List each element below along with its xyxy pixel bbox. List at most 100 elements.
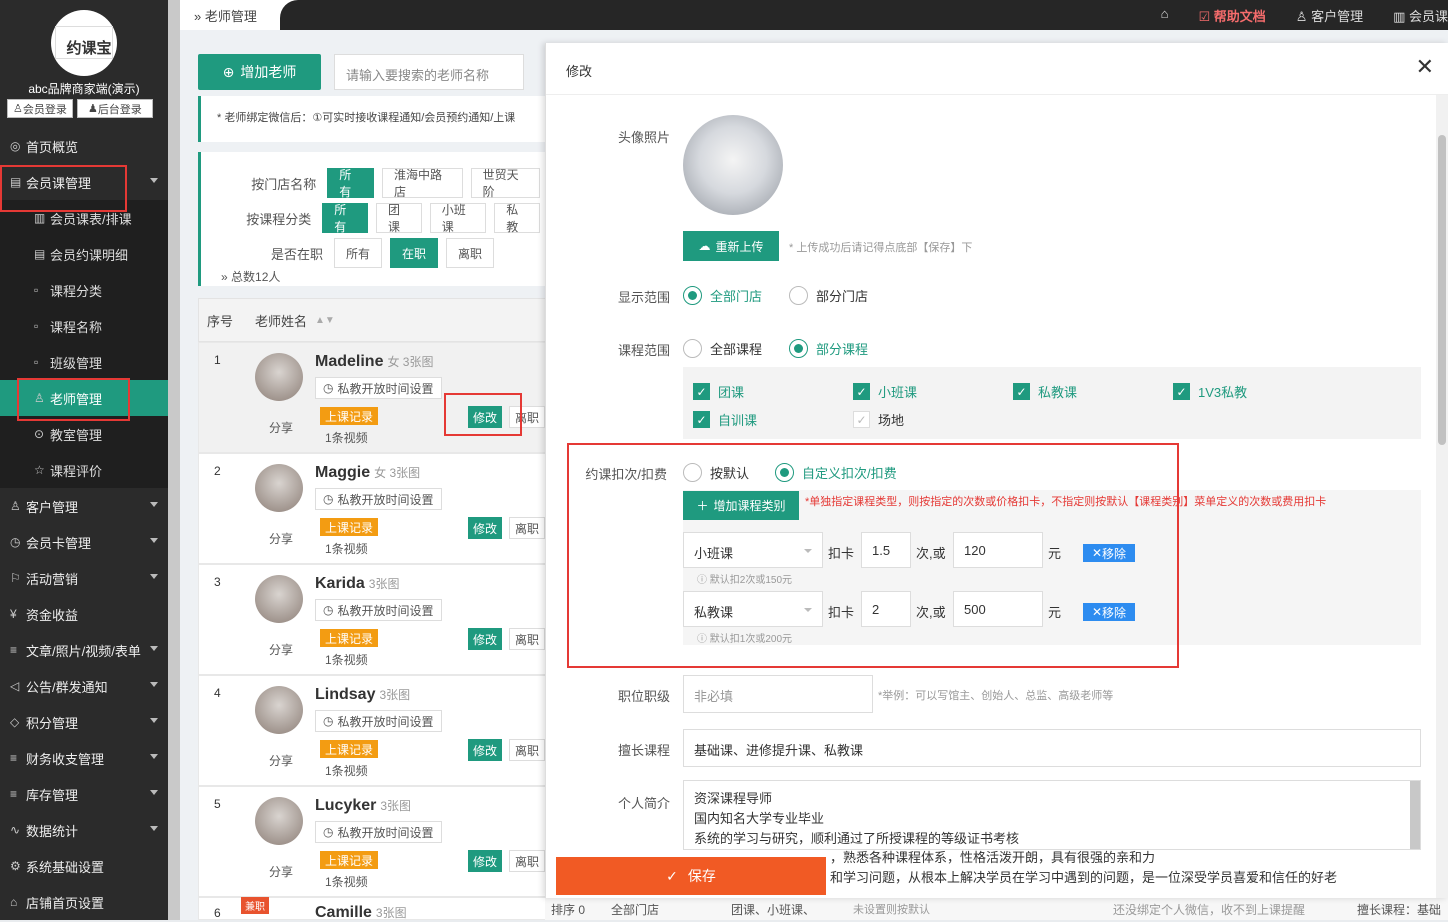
sidebar-item-card[interactable]: ◷ 会员卡管理: [0, 524, 168, 560]
price-input-1[interactable]: 120: [953, 532, 1043, 568]
quit-button[interactable]: 离职: [509, 739, 545, 761]
course-all-radio[interactable]: 全部课程: [683, 339, 762, 358]
filter-course-private[interactable]: 私教: [494, 203, 541, 234]
close-icon[interactable]: ✕: [1416, 54, 1434, 80]
sidebar-item-stats[interactable]: ∿ 数据统计: [0, 812, 168, 848]
sidebar-item-funds[interactable]: ¥ 资金收益: [0, 596, 168, 632]
scope-part-radio[interactable]: 部分门店: [789, 286, 868, 305]
textarea-scrollbar[interactable]: [1410, 781, 1420, 849]
time-setting-button[interactable]: ◷ 私教开放时间设置: [315, 488, 442, 510]
position-input[interactable]: 非必填: [683, 675, 873, 713]
course-select-2[interactable]: 私教课: [683, 591, 823, 627]
teacher-search-input[interactable]: 请输入要搜索的老师名称: [334, 54, 524, 90]
edit-button[interactable]: 修改: [468, 517, 502, 539]
modal-scrollbar[interactable]: [1436, 95, 1448, 898]
share-link[interactable]: 分享: [269, 530, 293, 547]
add-category-button[interactable]: ＋ 增加课程类别: [683, 491, 799, 520]
brand-logo[interactable]: ◉-◉ 约课宝: [51, 10, 117, 76]
skill-input[interactable]: 基础课、进修提升课、私教课: [683, 729, 1421, 767]
edit-button[interactable]: 修改: [468, 850, 502, 872]
reupload-button[interactable]: ☁ 重新上传: [683, 231, 779, 261]
sidebar-item-course-name[interactable]: ▫ 课程名称: [0, 308, 168, 344]
intro-textarea[interactable]: 资深课程导师 国内知名大学专业毕业 系统的学习与研究，顺利通过了所授课程的等级证…: [683, 780, 1421, 850]
share-link[interactable]: 分享: [269, 863, 293, 880]
sidebar-item-course-category[interactable]: ▫ 课程分类: [0, 272, 168, 308]
edit-button[interactable]: 修改: [468, 739, 502, 761]
time-setting-button[interactable]: ◷ 私教开放时间设置: [315, 821, 442, 843]
price-input-2[interactable]: 500: [953, 591, 1043, 627]
time-setting-button[interactable]: ◷ 私教开放时间设置: [315, 377, 442, 399]
sidebar-item-notice[interactable]: ◁ 公告/群发通知: [0, 668, 168, 704]
sidebar-item-member-course[interactable]: ▤ 会员课管理: [0, 164, 168, 200]
remove-button-1[interactable]: ✕ 移除: [1083, 544, 1135, 562]
time-setting-button[interactable]: ◷ 私教开放时间设置: [315, 710, 442, 732]
sidebar-item-points[interactable]: ◇ 积分管理: [0, 704, 168, 740]
scroll-thumb[interactable]: [1438, 135, 1446, 445]
save-button[interactable]: ✓ 保存: [556, 857, 826, 895]
count-input-1[interactable]: 1.5: [861, 532, 911, 568]
course-select-1[interactable]: 小班课: [683, 532, 823, 568]
video-count[interactable]: 1条视频: [325, 651, 368, 668]
sidebar-item-classroom[interactable]: ⊙ 教室管理: [0, 416, 168, 452]
count-input-2[interactable]: 2: [861, 591, 911, 627]
sidebar-item-articles[interactable]: ≡ 文章/照片/视频/表单: [0, 632, 168, 668]
sidebar-item-booking-detail[interactable]: ▤ 会员约课明细: [0, 236, 168, 272]
filter-status-left[interactable]: 离职: [446, 238, 495, 268]
member-course-link[interactable]: ▥ 会员课: [1393, 6, 1448, 25]
quit-button[interactable]: 离职: [509, 628, 545, 650]
remove-button-2[interactable]: ✕ 移除: [1083, 603, 1135, 621]
filter-course-all[interactable]: 所有: [322, 203, 369, 234]
customer-link[interactable]: ♙ 客户管理: [1296, 6, 1363, 25]
video-count[interactable]: 1条视频: [325, 540, 368, 557]
record-button[interactable]: 上课记录: [320, 851, 379, 869]
edit-button[interactable]: 修改: [468, 406, 502, 428]
add-teacher-button[interactable]: ⊕ 增加老师: [198, 54, 321, 90]
check-private-class[interactable]: ✓ 私教课: [1013, 382, 1077, 401]
sidebar-item-class[interactable]: ▫ 班级管理: [0, 344, 168, 380]
share-link[interactable]: 分享: [269, 641, 293, 658]
check-venue[interactable]: ✓ 场地: [853, 410, 904, 429]
filter-store-huaihai[interactable]: 淮海中路店: [381, 168, 463, 199]
video-count[interactable]: 1条视频: [325, 873, 368, 890]
record-button[interactable]: 上课记录: [320, 518, 379, 536]
check-1v3-private[interactable]: ✓ 1V3私教: [1173, 382, 1247, 401]
quit-button[interactable]: 离职: [509, 406, 545, 428]
sidebar-item-schedule[interactable]: ▥ 会员课表/排课: [0, 200, 168, 236]
deduct-default-radio[interactable]: 按默认: [683, 463, 749, 482]
video-count[interactable]: 1条视频: [325, 762, 368, 779]
check-small-class[interactable]: ✓ 小班课: [853, 382, 917, 401]
filter-status-all[interactable]: 所有: [334, 238, 383, 268]
filter-status-active[interactable]: 在职: [390, 238, 439, 268]
sort-icon[interactable]: ▲▼: [315, 315, 335, 326]
member-login-button[interactable]: ♙ 会员登录: [7, 99, 73, 118]
sidebar-item-teacher[interactable]: ♙ 老师管理: [0, 380, 168, 416]
help-link[interactable]: ☑ 帮助文档: [1198, 6, 1265, 25]
filter-store-shimao[interactable]: 世贸天阶: [470, 168, 540, 199]
sidebar-scrollbar[interactable]: [168, 0, 180, 920]
record-button[interactable]: 上课记录: [320, 407, 379, 425]
quit-button[interactable]: 离职: [509, 850, 545, 872]
filter-course-small[interactable]: 小班课: [429, 203, 487, 234]
sidebar-item-marketing[interactable]: ⚐ 活动营销: [0, 560, 168, 596]
share-link[interactable]: 分享: [269, 752, 293, 769]
edit-button[interactable]: 修改: [468, 628, 502, 650]
home-icon[interactable]: ⌂: [1161, 6, 1169, 25]
sidebar-item-review[interactable]: ☆ 课程评价: [0, 452, 168, 488]
filter-course-group[interactable]: 团课: [376, 203, 422, 234]
sidebar-item-finance[interactable]: ≡ 财务收支管理: [0, 740, 168, 776]
scope-all-radio[interactable]: 全部门店: [683, 286, 762, 305]
record-button[interactable]: 上课记录: [320, 740, 379, 758]
sidebar-item-inventory[interactable]: ≡ 库存管理: [0, 776, 168, 812]
sidebar-item-settings[interactable]: ⚙ 系统基础设置: [0, 848, 168, 884]
check-self-training[interactable]: ✓ 自训课: [693, 410, 757, 429]
quit-button[interactable]: 离职: [509, 517, 545, 539]
record-button[interactable]: 上课记录: [320, 629, 379, 647]
sidebar-item-home[interactable]: ◎ 首页概览: [0, 128, 168, 164]
sidebar-item-shop-home[interactable]: ⌂ 店铺首页设置: [0, 884, 168, 920]
col-name[interactable]: 老师姓名: [255, 311, 307, 330]
time-setting-button[interactable]: ◷ 私教开放时间设置: [315, 599, 442, 621]
filter-store-all[interactable]: 所有: [327, 168, 374, 199]
share-link[interactable]: 分享: [269, 419, 293, 436]
deduct-custom-radio[interactable]: 自定义扣次/扣费: [775, 463, 897, 482]
video-count[interactable]: 1条视频: [325, 429, 368, 446]
